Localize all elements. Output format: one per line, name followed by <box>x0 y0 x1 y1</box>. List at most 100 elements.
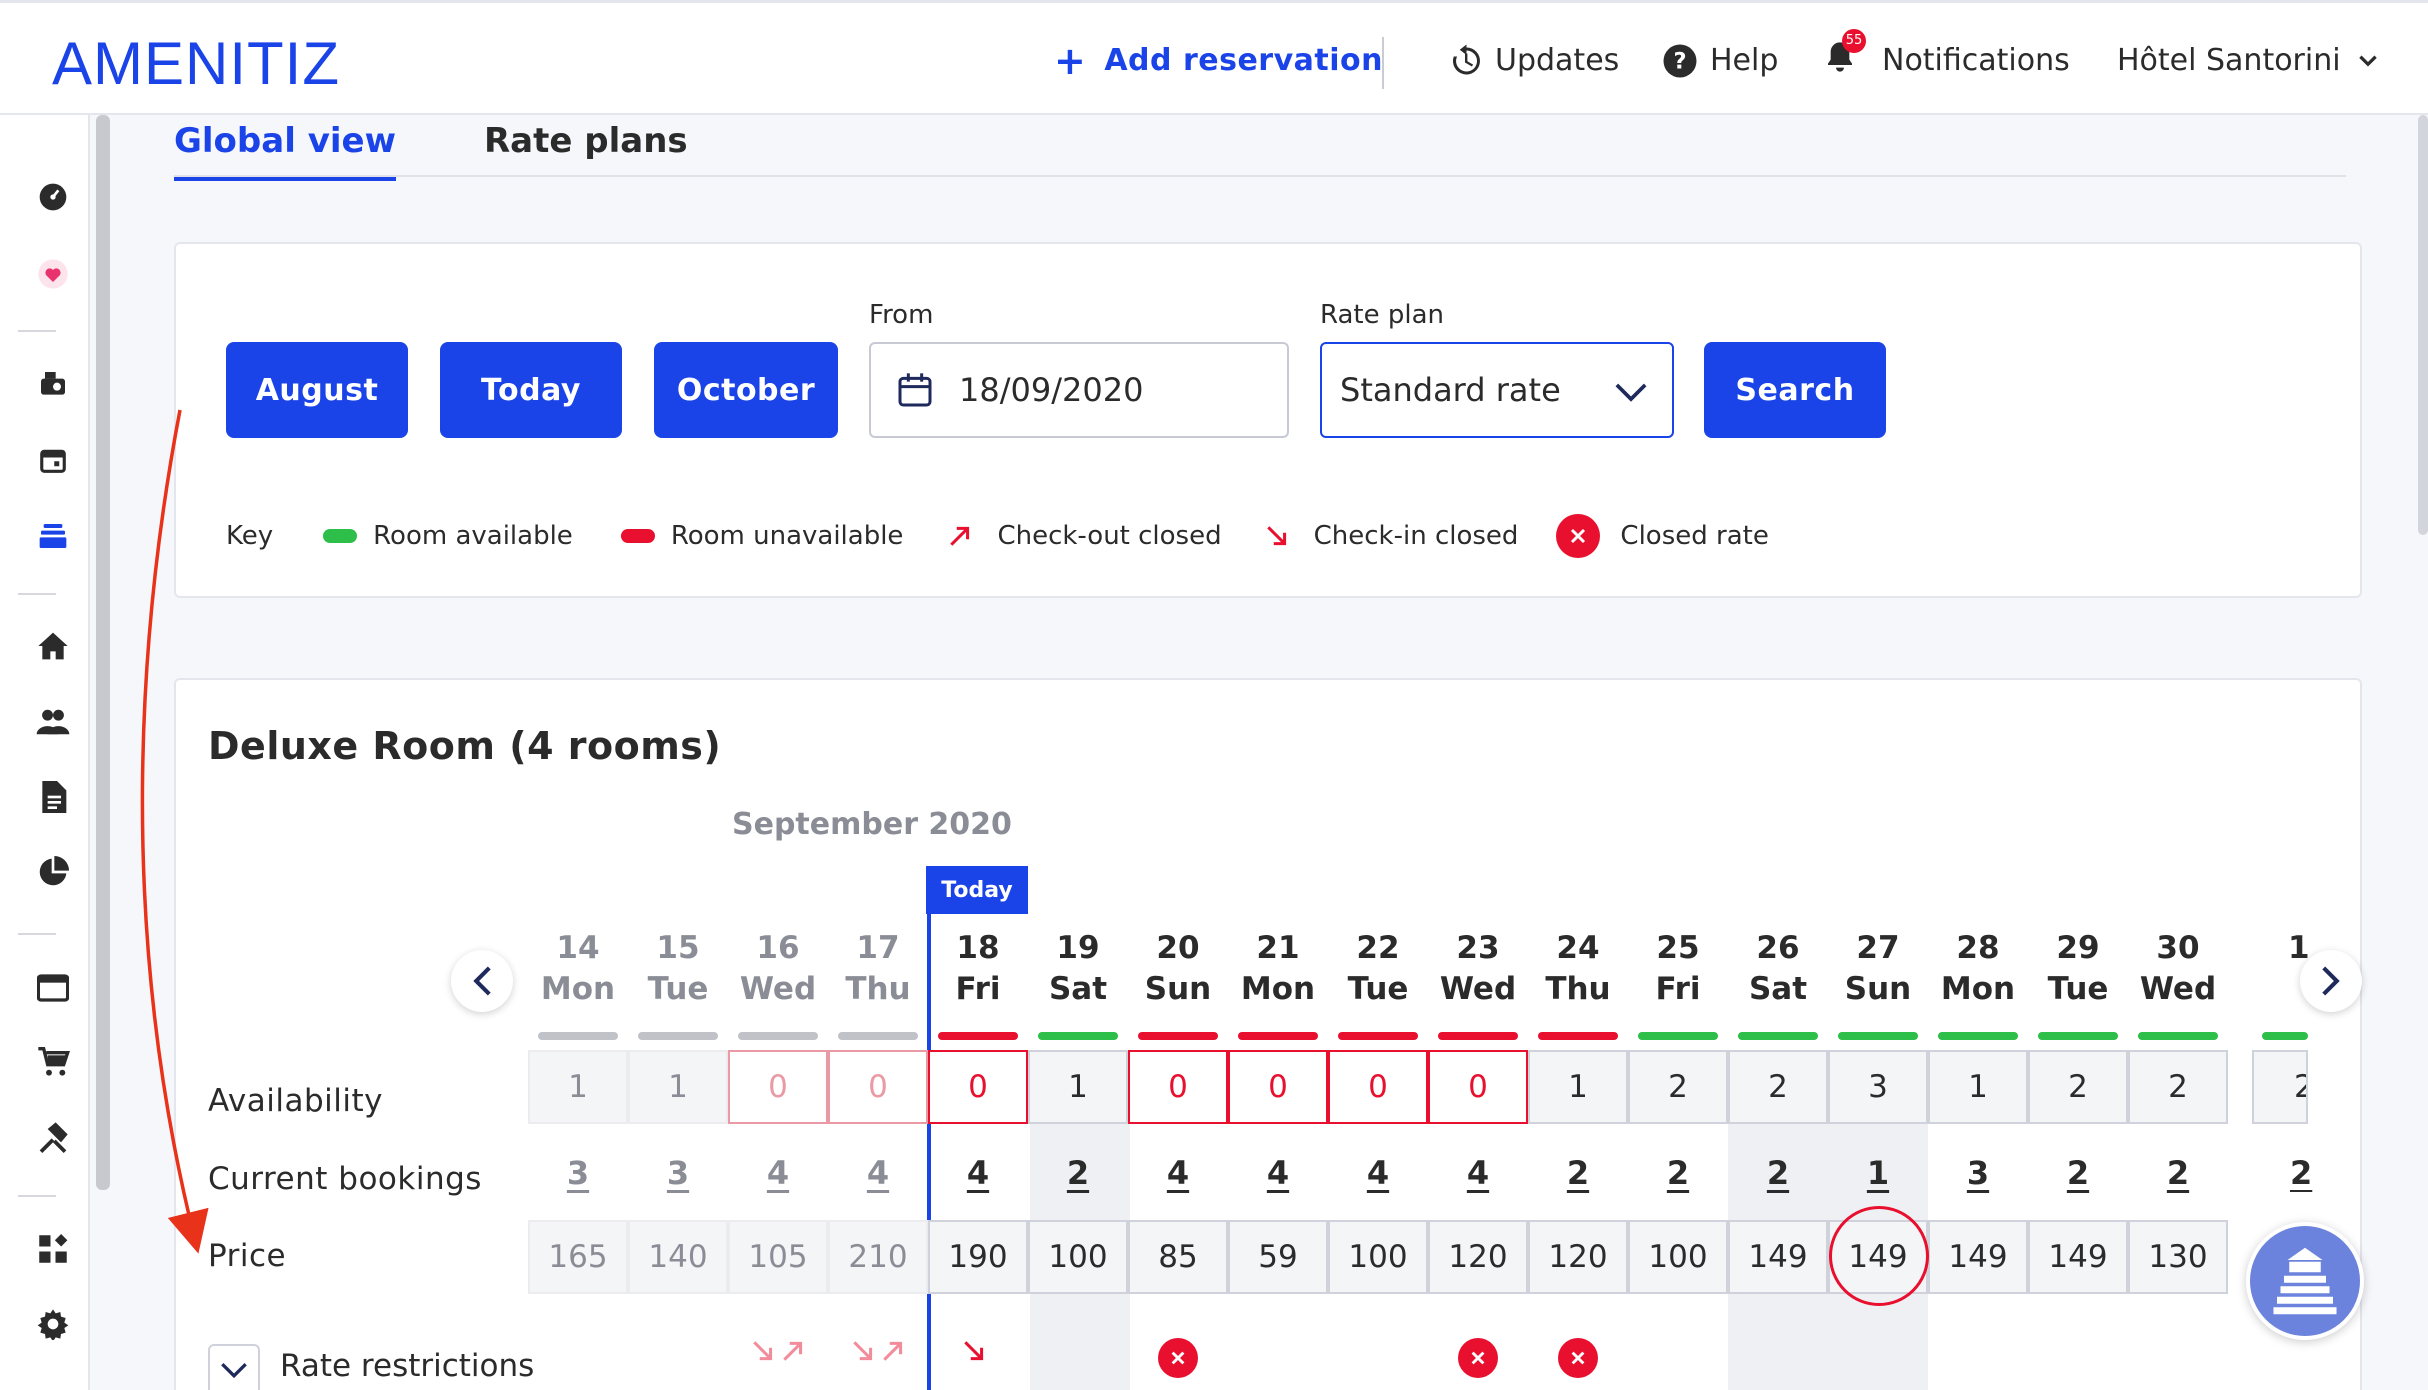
price-cell[interactable]: 149 <box>1728 1220 1828 1294</box>
bookings-link[interactable]: 4 <box>1228 1154 1328 1192</box>
calendar-icon[interactable] <box>36 443 70 477</box>
settings-icon[interactable] <box>36 1307 70 1341</box>
price-cell[interactable]: 210 <box>828 1220 928 1294</box>
bookings-link[interactable]: 2 <box>1528 1154 1628 1192</box>
bookings-link[interactable]: 4 <box>828 1154 928 1192</box>
tab-rate-plans[interactable]: Rate plans <box>484 121 688 161</box>
availability-cell[interactable]: 0 <box>1128 1050 1228 1124</box>
previous-month-button[interactable]: August <box>226 342 408 438</box>
bookings-link[interactable]: 4 <box>928 1154 1028 1192</box>
availability-cell[interactable]: 1 <box>1928 1050 2028 1124</box>
tab-global-view[interactable]: Global view <box>174 121 396 181</box>
home-icon[interactable] <box>36 629 70 663</box>
legend-available-label: Room available <box>373 521 573 551</box>
bookings-link[interactable]: 3 <box>528 1154 628 1192</box>
availability-bar <box>838 1032 918 1040</box>
help-link[interactable]: ? Help <box>1662 3 1778 118</box>
price-cell[interactable]: 130 <box>2128 1220 2228 1294</box>
notifications-badge: 55 <box>1842 28 1866 53</box>
bookings-link[interactable]: 2 <box>1728 1154 1828 1192</box>
price-cell[interactable]: 149 <box>2028 1220 2128 1294</box>
pie-chart-icon[interactable] <box>36 855 70 889</box>
cart-icon[interactable] <box>36 1045 70 1079</box>
availability-cell[interactable]: 1 <box>1028 1050 1128 1124</box>
price-cell[interactable]: 100 <box>1328 1220 1428 1294</box>
availability-cell[interactable]: 0 <box>1428 1050 1528 1124</box>
price-cell[interactable]: 190 <box>928 1220 1028 1294</box>
availability-bar <box>538 1032 618 1040</box>
price-cell[interactable]: 100 <box>1028 1220 1128 1294</box>
toggle-restrictions-button[interactable] <box>208 1344 260 1390</box>
checkin-closed-icon <box>954 1338 994 1364</box>
apps-icon[interactable] <box>36 1232 70 1266</box>
availability-cell[interactable]: 0 <box>728 1050 828 1124</box>
price-cell[interactable]: 120 <box>1528 1220 1628 1294</box>
availability-cell[interactable]: 1 <box>528 1050 628 1124</box>
search-button[interactable]: Search <box>1704 342 1886 438</box>
availability-cell[interactable]: 2 <box>1628 1050 1728 1124</box>
filter-card: August Today October From 18/09/2020 Rat… <box>174 242 2362 598</box>
heart-icon[interactable] <box>36 257 70 291</box>
bookings-link[interactable]: 4 <box>1128 1154 1228 1192</box>
hotel-selector[interactable]: Hôtel Santorini <box>2117 3 2393 118</box>
dashboard-icon[interactable] <box>36 180 70 214</box>
availability-cell[interactable]: 1 <box>628 1050 728 1124</box>
price-cell[interactable]: 120 <box>1428 1220 1528 1294</box>
users-icon[interactable] <box>36 705 70 739</box>
availability-cell[interactable]: 2 <box>2128 1050 2228 1124</box>
availability-cell[interactable]: 2 <box>2028 1050 2128 1124</box>
availability-cell[interactable]: 1 <box>1528 1050 1628 1124</box>
bookings-link[interactable]: 4 <box>728 1154 828 1192</box>
day-header: 16 Wed <box>728 928 828 1010</box>
updates-label: Updates <box>1495 43 1620 78</box>
availability-cell[interactable]: 3 <box>1828 1050 1928 1124</box>
availability-bar <box>2262 1032 2308 1040</box>
bookings-link[interactable]: 3 <box>1928 1154 2028 1192</box>
price-cell[interactable]: 140 <box>628 1220 728 1294</box>
bookings-link[interactable]: 2 <box>1028 1154 1128 1192</box>
sidebar-scrollbar[interactable] <box>96 115 110 1190</box>
bookings-link[interactable]: 4 <box>1428 1154 1528 1192</box>
today-button[interactable]: Today <box>440 342 622 438</box>
price-cell[interactable]: 149 <box>1928 1220 2028 1294</box>
chevron-down-icon <box>2358 55 2377 67</box>
amenitiz-logo[interactable]: AMENITIZ <box>52 29 340 98</box>
legend-checkout-label: Check-out closed <box>997 521 1222 551</box>
bookings-link[interactable]: 4 <box>1328 1154 1428 1192</box>
page-scrollbar[interactable] <box>2418 115 2428 535</box>
availability-bar <box>1138 1032 1218 1040</box>
notifications-link[interactable]: 55 Notifications <box>1824 3 2070 118</box>
bookings-link[interactable]: 2 <box>2028 1154 2128 1192</box>
bookings-link[interactable]: 2 <box>1628 1154 1728 1192</box>
layers-icon[interactable] <box>36 519 70 553</box>
prev-week-button[interactable] <box>451 950 513 1012</box>
availability-cell[interactable]: 0 <box>1328 1050 1428 1124</box>
availability-cell[interactable]: 2 <box>2252 1050 2308 1124</box>
bookings-link[interactable]: 3 <box>628 1154 728 1192</box>
browser-window-icon[interactable] <box>36 971 70 1005</box>
price-cell[interactable]: 165 <box>528 1220 628 1294</box>
bookings-link[interactable]: 2 <box>2128 1154 2228 1192</box>
tools-icon[interactable] <box>36 1120 70 1154</box>
next-month-button[interactable]: October <box>654 342 838 438</box>
availability-cell[interactable]: 2 <box>1728 1050 1828 1124</box>
from-date-input[interactable]: 18/09/2020 <box>869 342 1289 438</box>
availability-cell[interactable]: 0 <box>828 1050 928 1124</box>
rate-plan-select[interactable]: Standard rate <box>1320 342 1674 438</box>
add-reservation-button[interactable]: + Add reservation <box>1054 3 1383 118</box>
day-number: 24 <box>1556 930 1600 966</box>
cash-register-icon[interactable] <box>36 367 70 401</box>
price-cell[interactable]: 59 <box>1228 1220 1328 1294</box>
help-chat-button[interactable] <box>2246 1222 2364 1340</box>
chevron-left-icon <box>473 966 491 996</box>
bookings-link[interactable]: 2 <box>2290 1154 2320 1192</box>
bookings-link[interactable]: 1 <box>1828 1154 1928 1192</box>
document-icon[interactable] <box>36 780 70 814</box>
availability-cell[interactable]: 0 <box>1228 1050 1328 1124</box>
availability-cell[interactable]: 0 <box>928 1050 1028 1124</box>
price-cell[interactable]: 85 <box>1128 1220 1228 1294</box>
updates-link[interactable]: Updates <box>1447 3 1619 118</box>
day-header: 21 Mon <box>1228 928 1328 1010</box>
price-cell[interactable]: 100 <box>1628 1220 1728 1294</box>
price-cell[interactable]: 105 <box>728 1220 828 1294</box>
